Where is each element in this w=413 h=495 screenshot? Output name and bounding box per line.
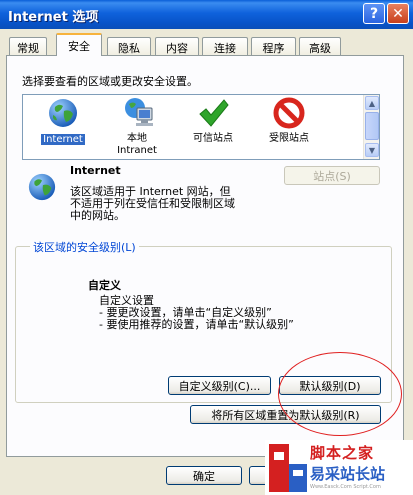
tab-privacy[interactable]: 隐私 xyxy=(107,37,151,55)
tab-general[interactable]: 常规 xyxy=(9,37,47,55)
scroll-down-icon[interactable]: ▼ xyxy=(365,143,379,157)
zone-trusted-label: 可信站点 xyxy=(193,133,233,144)
zone-trusted-sites[interactable]: 可信站点 xyxy=(173,95,253,159)
scroll-up-icon[interactable]: ▲ xyxy=(365,96,379,110)
tab-content[interactable]: 内容 xyxy=(155,37,199,55)
zone-prompt: 选择要查看的区域或更改安全设置。 xyxy=(22,75,198,88)
tab-programs[interactable]: 程序 xyxy=(251,37,296,55)
custom-line-3: - 要使用推荐的设置，请单击“默认级别” xyxy=(99,318,294,331)
ok-button[interactable]: 确定 xyxy=(166,466,242,485)
computer-network-icon xyxy=(125,98,153,126)
site-logo-icon xyxy=(269,444,307,492)
help-button[interactable]: ? xyxy=(363,3,385,24)
sites-button[interactable]: 站点(S) xyxy=(284,166,380,185)
watermark-text-2: 易采站长站 xyxy=(310,465,386,483)
scroll-thumb[interactable] xyxy=(365,112,379,140)
globe-icon xyxy=(49,99,77,127)
tab-connections[interactable]: 连接 xyxy=(202,37,248,55)
zone-intranet-label-1: 本地 xyxy=(127,133,147,144)
zone-list[interactable]: Internet 本地 Intranet 可信站点 受限站点 ▲ ▼ xyxy=(22,94,380,160)
zone-description-3: 中的网站。 xyxy=(70,209,125,222)
zone-internet[interactable]: Internet xyxy=(23,95,103,159)
zone-list-scrollbar[interactable]: ▲ ▼ xyxy=(363,95,379,159)
no-entry-icon xyxy=(273,97,305,129)
help-icon: ? xyxy=(369,5,379,22)
watermark: 脚本之家 易采站长站 Www.Easck.Com Script.Com xyxy=(265,440,413,495)
tab-security[interactable]: 安全 xyxy=(56,33,102,56)
close-icon: ✕ xyxy=(392,5,404,22)
watermark-text-3: Www.Easck.Com Script.Com xyxy=(310,484,381,490)
security-level-group-title: 该区域的安全级别(L) xyxy=(30,239,139,255)
zone-title: Internet xyxy=(70,164,121,177)
close-button[interactable]: ✕ xyxy=(387,3,409,24)
window-title: Internet 选项 xyxy=(8,10,99,25)
zone-intranet-label-2: Intranet xyxy=(117,145,157,156)
checkmark-icon xyxy=(199,99,229,127)
globe-icon-large xyxy=(28,173,56,201)
tab-advanced[interactable]: 高级 xyxy=(299,37,341,55)
watermark-text-1: 脚本之家 xyxy=(310,444,375,462)
zone-restricted-sites[interactable]: 受限站点 xyxy=(249,95,329,159)
zone-internet-label: Internet xyxy=(40,133,86,146)
internet-options-dialog: Internet 选项 ? ✕ 常规 安全 隐私 内容 连接 程序 高级 选择要… xyxy=(0,0,413,495)
annotation-ellipse xyxy=(278,352,402,436)
zone-local-intranet[interactable]: 本地 Intranet xyxy=(97,95,177,159)
title-bar[interactable]: Internet 选项 ? ✕ xyxy=(0,0,413,29)
custom-level-title: 自定义 xyxy=(88,279,121,292)
zone-restricted-label: 受限站点 xyxy=(269,133,309,144)
custom-level-button[interactable]: 自定义级别(C)... xyxy=(168,376,271,395)
